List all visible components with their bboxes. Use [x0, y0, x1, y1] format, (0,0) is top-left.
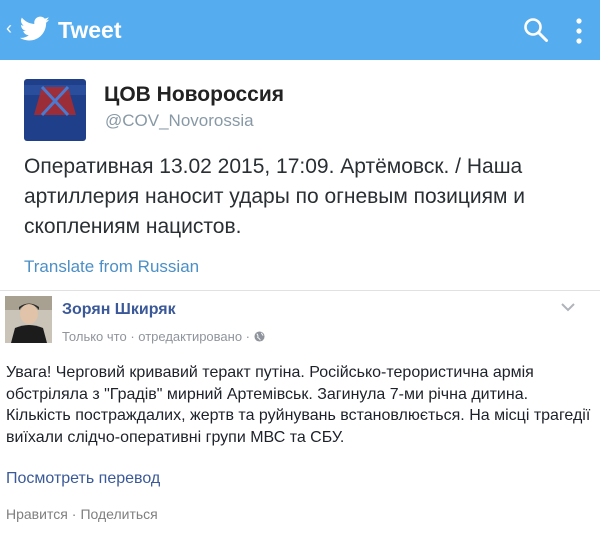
back-button[interactable]: ‹: [6, 16, 12, 40]
see-translation-link[interactable]: Посмотреть перевод: [6, 470, 160, 488]
avatar[interactable]: [5, 296, 52, 343]
post-timestamp: Только что · отредактировано ·: [62, 329, 251, 344]
post-author[interactable]: Зорян Шкиряк: [62, 301, 176, 319]
page-title: Tweet: [58, 17, 122, 43]
post-actions: Нравится · Поделиться: [6, 506, 158, 522]
search-icon[interactable]: [523, 17, 549, 43]
chevron-down-icon[interactable]: [561, 302, 575, 312]
more-vertical-icon[interactable]: [574, 17, 584, 45]
post-text: Увага! Черговий кривавий теракт путіна. …: [6, 364, 591, 446]
tweet-card: ЦОВ Новороссия @COV_Novorossia Оперативн…: [0, 60, 600, 291]
account-name[interactable]: ЦОВ Новороссия: [104, 83, 284, 107]
globe-icon: [254, 331, 265, 342]
post-meta: Только что · отредактировано ·: [62, 329, 265, 344]
facebook-post: Зорян Шкиряк Только что · отредактирован…: [0, 291, 600, 543]
tweet-text: Оперативная 13.02 2015, 17:09. Артёмовск…: [24, 155, 525, 238]
separator: ·: [71, 506, 77, 522]
twitter-bird-icon: [20, 16, 50, 41]
share-link[interactable]: Поделиться: [80, 506, 157, 522]
like-link[interactable]: Нравится: [6, 506, 68, 522]
app-bar: ‹ Tweet: [0, 0, 600, 60]
account-handle[interactable]: @COV_Novorossia: [105, 111, 254, 131]
account-avatar[interactable]: [24, 79, 86, 141]
translate-link[interactable]: Translate from Russian: [24, 257, 199, 277]
